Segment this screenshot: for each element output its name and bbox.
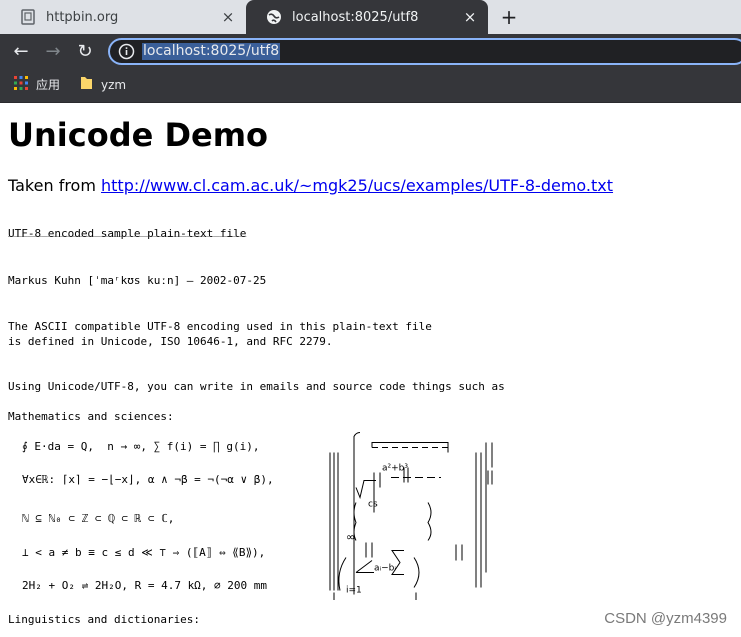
bookmark-apps[interactable]: 应用: [14, 76, 60, 93]
back-button[interactable]: ←: [9, 39, 33, 63]
close-icon[interactable]: ×: [218, 7, 238, 27]
bookmark-label: 应用: [36, 78, 61, 92]
math-inf: ∞: [346, 531, 355, 544]
intro-line-2: is defined in Unicode, ISO 10646-1, and …: [8, 335, 333, 348]
math-line-2: ∀x∈ℝ: ⌈x⌉ = −⌊−x⌋, α ∧ ¬β = ¬(¬α ∨ β),: [22, 473, 274, 486]
math-i1: i=1: [346, 586, 362, 596]
address-bar[interactable]: localhost:8025/utf8: [108, 38, 741, 65]
bookmarks-bar: 应用 yzm: [0, 68, 741, 103]
author-line: Markus Kuhn [ˈmaʳkʊs kuːn] — 2002-07-25: [8, 274, 267, 287]
reload-button[interactable]: ↻: [73, 39, 97, 63]
math-cs: cs: [368, 500, 378, 510]
url-text[interactable]: localhost:8025/utf8: [142, 43, 281, 60]
bookmark-yzm[interactable]: yzm: [80, 76, 126, 93]
math-a2b3: a²+b³: [382, 464, 408, 474]
page-title: Unicode Demo: [8, 116, 269, 154]
tab-title: localhost:8025/utf8: [292, 9, 419, 25]
using-line: Using Unicode/UTF-8, you can write in em…: [8, 380, 505, 393]
tab-strip: httpbin.org × localhost:8025/utf8 × +: [0, 0, 741, 34]
globe-icon: [266, 9, 282, 25]
close-icon[interactable]: ×: [460, 7, 480, 27]
tab-title: httpbin.org: [46, 9, 119, 25]
linguistics-heading: Linguistics and dictionaries:: [8, 613, 201, 626]
tab-localhost[interactable]: localhost:8025/utf8 ×: [246, 0, 488, 34]
math-heading: Mathematics and sciences:: [8, 410, 174, 423]
math-formula-art: a²+b³ cs ∞ aᵢ−bᵢ i=1: [329, 432, 493, 600]
intro-line-1: The ASCII compatible UTF-8 encoding used…: [8, 320, 432, 333]
bookmark-label: yzm: [101, 77, 127, 92]
page-icon: [20, 9, 36, 25]
doc-title-underline: ‾‾‾‾‾‾‾‾‾‾‾‾‾‾‾‾‾‾‾‾‾‾‾‾‾‾‾‾‾‾‾‾‾‾‾‾: [8, 234, 247, 247]
math-ai-bi: aᵢ−bᵢ: [374, 564, 396, 574]
new-tab-button[interactable]: +: [498, 5, 520, 29]
math-line-5: 2H₂ + O₂ ⇌ 2H₂O, R = 4.7 kΩ, ⌀ 200 mm: [22, 579, 268, 592]
watermark: CSDN @yzm4399: [604, 610, 727, 627]
folder-icon: [80, 76, 93, 93]
taken-from-line: Taken from http://www.cl.cam.ac.uk/~mgk2…: [8, 176, 613, 195]
math-line-4: ⊥ < a ≠ b ≡ c ≤ d ≪ ⊤ ⇒ (⟦A⟧ ⇔ ⟪B⟫),: [22, 546, 266, 559]
taken-from-prefix: Taken from: [8, 176, 102, 195]
math-line-1: ∮ E⋅da = Q, n → ∞, ∑ f(i) = ∏ g(i),: [22, 440, 260, 453]
info-icon[interactable]: [118, 43, 135, 60]
math-line-3: ℕ ⊆ ℕ₀ ⊂ ℤ ⊂ ℚ ⊂ ℝ ⊂ ℂ,: [22, 512, 175, 525]
forward-button[interactable]: →: [41, 39, 65, 63]
source-link[interactable]: http://www.cl.cam.ac.uk/~mgk25/ucs/examp…: [101, 176, 613, 195]
tab-httpbin[interactable]: httpbin.org ×: [0, 0, 246, 34]
apps-grid-icon: [14, 76, 28, 93]
